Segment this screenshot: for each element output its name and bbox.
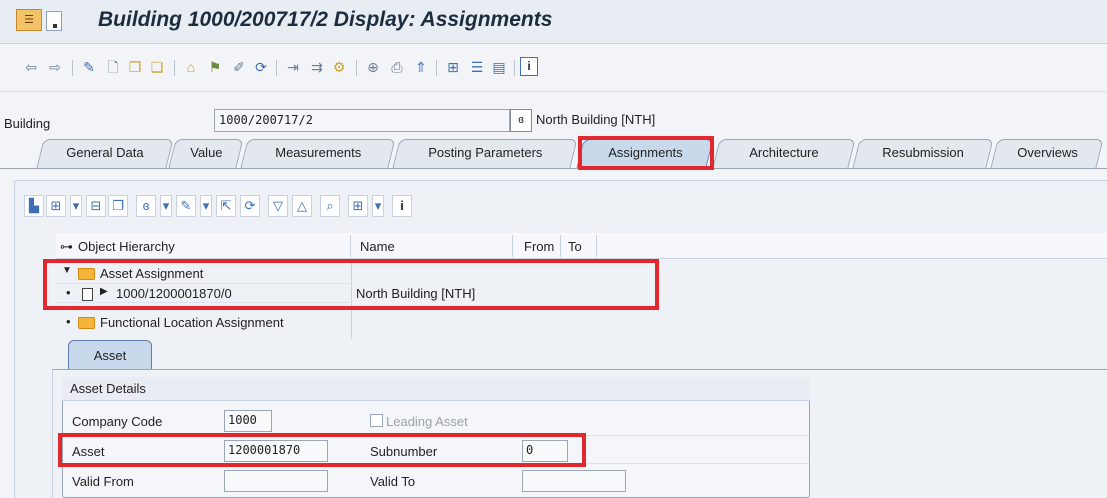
column-divider <box>560 235 561 257</box>
copy-icon[interactable]: ❐ <box>126 58 144 76</box>
toolbar-separator <box>72 60 73 76</box>
tab-strip: General Data Value Measurements Posting … <box>0 139 1107 169</box>
transfer-icon[interactable]: ⇉ <box>308 58 326 76</box>
display-change-icon[interactable]: ✎ <box>80 58 98 76</box>
application-toolbar: ⇦ ⇨ ✎ 🗋 ❐ ❏ ⌂ ⚑ ✐ ⟳ ⇥ ⇉ ⚙ ⊕ ⎙ ⇑ ⊞ ☰ ▤ i <box>0 44 1107 92</box>
tab-measurements[interactable]: Measurements <box>240 139 396 168</box>
building-label: Building <box>4 116 51 131</box>
insert-icon[interactable]: ⊞ <box>46 195 66 217</box>
object-services-icon[interactable]: ⊕ <box>364 58 382 76</box>
create-node-icon[interactable]: ▙ <box>24 195 44 217</box>
window-title: Building 1000/200717/2 Display: Assignme… <box>98 8 553 31</box>
template-icon[interactable]: ❏ <box>148 58 166 76</box>
print-icon[interactable]: ⎙ <box>388 58 406 76</box>
tab-architecture[interactable]: Architecture <box>712 139 856 168</box>
toolbar-separator <box>174 60 175 76</box>
find-icon[interactable]: ⌕ <box>320 195 340 217</box>
tab-value[interactable]: Value <box>168 139 244 168</box>
tab-overviews[interactable]: Overviews <box>990 139 1104 168</box>
hierarchy-header-icon: ⊶ <box>60 239 73 254</box>
flag-icon[interactable]: ⚑ <box>206 58 224 76</box>
asset-details-title: Asset Details <box>62 377 810 401</box>
tab-general-data[interactable]: General Data <box>36 139 174 168</box>
tab-posting-parameters[interactable]: Posting Parameters <box>392 139 578 168</box>
toolbar-separator <box>356 60 357 76</box>
tree-bullet-icon: • <box>66 314 71 329</box>
folder-icon <box>78 317 95 329</box>
hierarchy-icon[interactable]: ⌂ <box>182 58 200 76</box>
copy-node-icon[interactable]: ❐ <box>108 195 128 217</box>
glasses-icon[interactable]: ɞ <box>510 109 532 132</box>
col-name[interactable]: Name <box>360 239 395 254</box>
insert-dropdown-icon[interactable]: ▾ <box>70 195 82 217</box>
layout-icon[interactable]: ⊞ <box>348 195 368 217</box>
valid-to-field[interactable] <box>522 470 626 492</box>
column-divider <box>350 235 351 257</box>
company-code-label: Company Code <box>72 414 163 429</box>
layout-dropdown-icon[interactable]: ▾ <box>372 195 384 217</box>
delete-node-icon[interactable]: ⊟ <box>86 195 106 217</box>
tab-asset[interactable]: Asset <box>68 340 152 369</box>
valid-from-field[interactable] <box>224 470 328 492</box>
building-description: North Building [NTH] <box>536 112 656 127</box>
collapse-all-icon[interactable]: △ <box>292 195 312 217</box>
col-object-hierarchy[interactable]: Object Hierarchy <box>78 239 175 254</box>
jump-icon[interactable]: ⇱ <box>216 195 236 217</box>
edit-icon[interactable]: ✐ <box>230 58 248 76</box>
refresh-icon[interactable]: ⟳ <box>252 58 270 76</box>
structure-icon[interactable]: ⊞ <box>444 58 462 76</box>
valid-from-label: Valid From <box>72 474 134 489</box>
tree-info-icon[interactable]: i <box>392 195 412 217</box>
tab-resubmission[interactable]: Resubmission <box>852 139 994 168</box>
column-divider <box>512 235 513 257</box>
back-icon[interactable]: ⇦ <box>22 58 40 76</box>
display-dropdown-icon[interactable]: ▾ <box>160 195 172 217</box>
settings-icon[interactable]: ⚙ <box>330 58 348 76</box>
highlight-asset-assignment <box>43 259 659 310</box>
table-icon[interactable]: ▤ <box>490 58 508 76</box>
app-menu-icon[interactable]: ☰ <box>16 9 42 31</box>
tree-row-label: Functional Location Assignment <box>100 315 284 330</box>
create-icon[interactable]: 🗋 <box>104 58 122 76</box>
upload-icon[interactable]: ⇑ <box>412 58 430 76</box>
title-bar: ☰ Building 1000/200717/2 Display: Assign… <box>0 0 1107 44</box>
valid-to-label: Valid To <box>370 474 416 489</box>
export-icon[interactable]: ⇥ <box>284 58 302 76</box>
toolbar-separator <box>514 60 515 76</box>
col-to[interactable]: To <box>568 239 582 254</box>
forward-icon[interactable]: ⇨ <box>46 58 64 76</box>
display-node-icon[interactable]: ɞ <box>136 195 156 217</box>
pencil-icon[interactable]: ✎ <box>176 195 196 217</box>
reload-icon[interactable]: ⟳ <box>240 195 260 217</box>
building-field[interactable]: 1000/200717/2 <box>214 109 510 132</box>
tree-row[interactable]: • Functional Location Assignment <box>56 314 356 334</box>
highlight-asset-row <box>58 433 586 467</box>
highlight-assignments-tab <box>578 136 714 170</box>
pencil-dropdown-icon[interactable]: ▾ <box>200 195 212 217</box>
menu-dropdown-button[interactable] <box>46 11 62 31</box>
company-code-field[interactable]: 1000 <box>224 410 272 432</box>
leading-asset-label: Leading Asset <box>386 414 468 429</box>
toolbar-separator <box>436 60 437 76</box>
tree-header: ⊶ Object Hierarchy Name From To <box>56 233 1107 259</box>
toolbar-separator <box>276 60 277 76</box>
column-divider <box>596 235 597 257</box>
col-from[interactable]: From <box>524 239 554 254</box>
list-icon[interactable]: ☰ <box>468 58 486 76</box>
info-icon[interactable]: i <box>520 57 538 76</box>
leading-asset-checkbox[interactable] <box>370 414 383 427</box>
expand-all-icon[interactable]: ▽ <box>268 195 288 217</box>
